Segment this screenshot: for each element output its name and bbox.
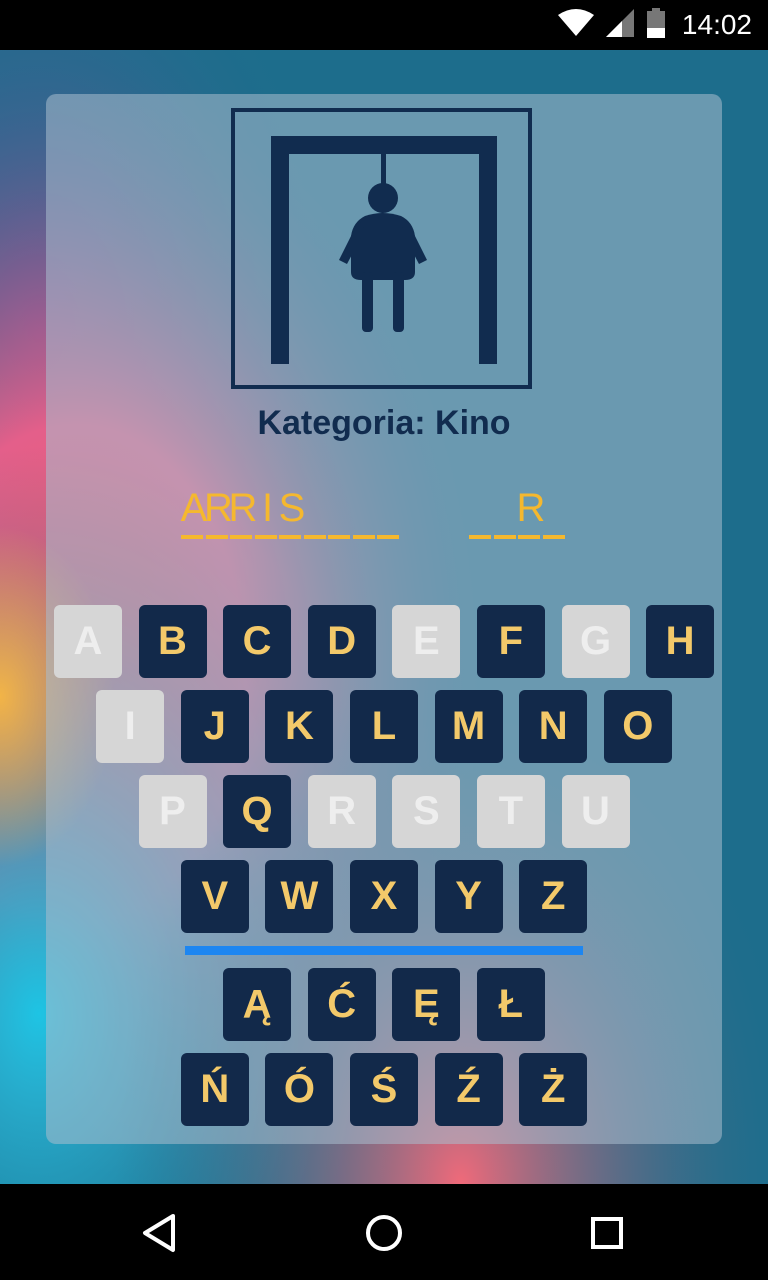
word-group: ARRIS xyxy=(179,480,400,550)
letter-key: I xyxy=(96,690,165,763)
slot-underline xyxy=(352,535,375,539)
hangman-figure-icon xyxy=(271,136,497,364)
letter-key[interactable]: X xyxy=(350,860,418,933)
letter-key[interactable]: V xyxy=(180,860,249,933)
slot-underline xyxy=(377,535,399,539)
letter-key[interactable]: Ł xyxy=(476,968,545,1041)
letter-key: E xyxy=(392,605,461,678)
hangman-image xyxy=(231,108,532,389)
slot-underline xyxy=(254,535,277,539)
slot-underline xyxy=(181,535,203,539)
letter-key[interactable]: C xyxy=(223,605,292,678)
letter-key: A xyxy=(53,605,122,678)
letter-key[interactable]: Z xyxy=(519,860,588,933)
letter-key: R xyxy=(307,775,376,848)
letter-key[interactable]: Ę xyxy=(392,968,461,1041)
letter-slot: R xyxy=(516,480,545,544)
word-group: R xyxy=(467,480,565,550)
letter-slot xyxy=(375,480,399,544)
letter-slot: A xyxy=(179,480,207,544)
letter-key[interactable]: J xyxy=(180,690,249,763)
letter-slot xyxy=(326,480,350,544)
letter-key[interactable]: Y xyxy=(434,860,503,933)
letter-key[interactable]: Q xyxy=(223,775,292,848)
letter-slot xyxy=(351,480,375,544)
letter-key: G xyxy=(561,605,630,678)
letter-key[interactable]: F xyxy=(476,605,545,678)
letter-slot: I xyxy=(253,480,277,544)
letter-key: T xyxy=(476,775,545,848)
back-icon[interactable] xyxy=(135,1208,185,1258)
letter-key[interactable]: O xyxy=(603,690,672,763)
slot-underline xyxy=(493,535,516,539)
letter-key[interactable]: Ś xyxy=(350,1053,418,1126)
letter-key: U xyxy=(561,775,630,848)
letter-key[interactable]: Ó xyxy=(265,1053,334,1126)
slot-underline xyxy=(328,535,350,539)
letter-key: S xyxy=(392,775,461,848)
battery-icon xyxy=(646,8,666,42)
letter-key[interactable]: Ń xyxy=(180,1053,249,1126)
slot-underline xyxy=(469,535,491,539)
letter-slot xyxy=(492,480,516,544)
letter-key[interactable]: W xyxy=(265,860,334,933)
letter-slot: R xyxy=(228,480,257,544)
slot-underline xyxy=(279,535,301,539)
letter-key[interactable]: K xyxy=(265,690,334,763)
letter-slot: R xyxy=(204,480,233,544)
letter-key: P xyxy=(138,775,207,848)
slot-underline xyxy=(542,535,565,539)
keyboard-divider xyxy=(185,946,583,955)
letter-key[interactable]: Ą xyxy=(223,968,292,1041)
letter-slot xyxy=(467,480,491,544)
signal-icon xyxy=(605,9,634,41)
letter-key[interactable]: B xyxy=(138,605,207,678)
slot-underline xyxy=(230,535,252,539)
letter-key[interactable]: Ż xyxy=(519,1053,588,1126)
home-icon[interactable] xyxy=(359,1208,409,1258)
status-bar: 14:02 xyxy=(0,0,768,50)
letter-key[interactable]: D xyxy=(307,605,376,678)
recents-icon[interactable] xyxy=(582,1208,632,1258)
slot-underline xyxy=(518,535,540,539)
letter-key[interactable]: H xyxy=(646,605,715,678)
letter-key[interactable]: N xyxy=(519,690,588,763)
letter-key[interactable]: L xyxy=(350,690,418,763)
navigation-bar xyxy=(0,1184,768,1280)
clock: 14:02 xyxy=(681,9,752,40)
letter-key[interactable]: Ź xyxy=(434,1053,503,1126)
wifi-icon xyxy=(557,9,594,41)
letter-key[interactable]: Ć xyxy=(307,968,376,1041)
letter-slot: S xyxy=(277,480,305,544)
slot-underline xyxy=(205,535,228,539)
category-label: Kategoria: Kino xyxy=(257,404,511,442)
letter-slot xyxy=(302,480,326,544)
letter-slot xyxy=(541,480,565,544)
slot-underline xyxy=(303,535,326,539)
letter-key[interactable]: M xyxy=(434,690,503,763)
